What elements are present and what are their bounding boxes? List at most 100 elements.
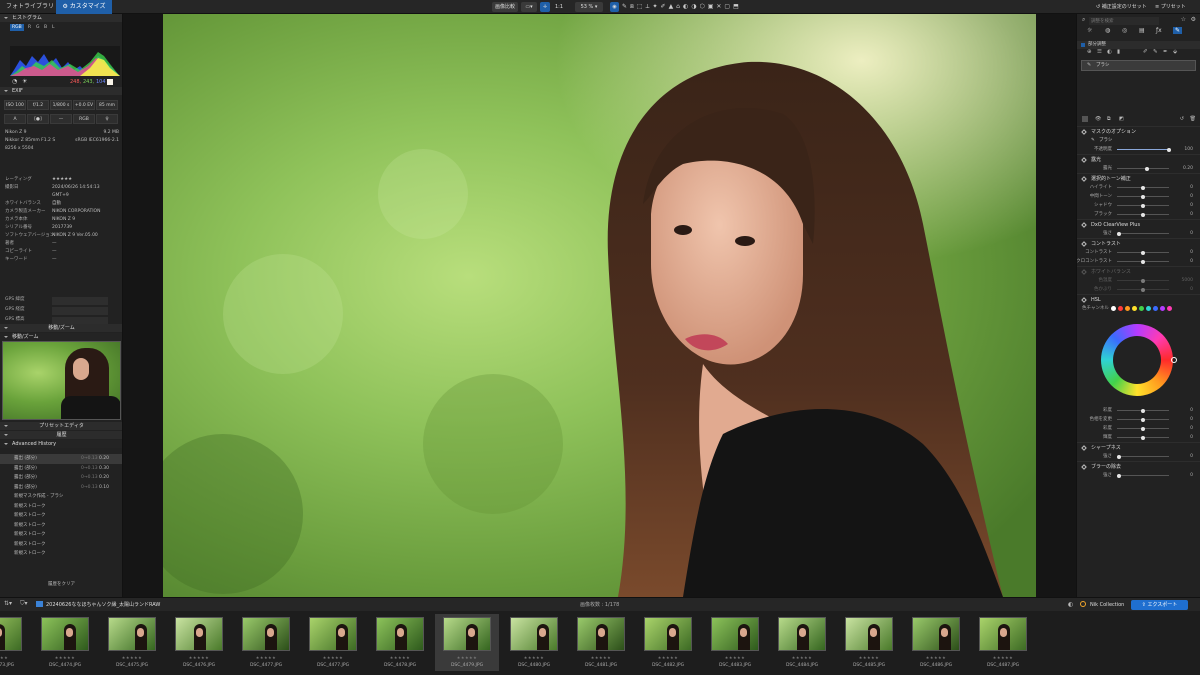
channel-r[interactable]: R (28, 24, 31, 31)
mask-eye-icon[interactable]: 👁 (1095, 116, 1101, 122)
history-item[interactable]: 露出 (部分) 0→0.13 0.20 (0, 473, 122, 483)
tone-value[interactable]: 0 (1190, 183, 1193, 192)
filmstrip-thumbnail[interactable]: ★★★★★ DSC_4482.JPG (636, 614, 700, 671)
mask-invert-icon[interactable]: ◩ (1119, 116, 1124, 122)
detail-icon[interactable]: ◎ (1122, 27, 1127, 34)
deblur-slider[interactable] (1117, 473, 1169, 478)
gradient-icon[interactable]: ▮ (1117, 49, 1120, 55)
tone-value[interactable]: 0 (1190, 210, 1193, 219)
metadata-value[interactable]: ★★★★★ (52, 176, 72, 184)
white-balance-section[interactable]: ホワイトバランス (1077, 266, 1200, 276)
hsl-value[interactable]: 0 (1190, 424, 1193, 433)
metadata-value[interactable]: — (52, 240, 57, 248)
color-icon[interactable]: ◍ (1105, 27, 1110, 34)
metadata-value[interactable]: GMT+9 (52, 192, 69, 200)
exposure-slider[interactable] (1117, 166, 1169, 171)
mask-delete-icon[interactable]: 🗑 (1190, 116, 1196, 122)
filmstrip-thumbnail[interactable]: ★★★★★ DSC_4484.JPG (770, 614, 834, 671)
thumbnail-rating[interactable]: ★★★★★ (569, 655, 633, 660)
histogram-header[interactable]: ヒストグラム (0, 14, 122, 22)
presets-button[interactable]: ≡ プリセット (1155, 2, 1195, 12)
thumbnail-rating[interactable]: ★★★★★ (703, 655, 767, 660)
tone-value[interactable]: 0 (1190, 192, 1193, 201)
star-icon[interactable]: ☆ (1181, 16, 1186, 23)
wb-slider[interactable] (1117, 278, 1169, 283)
hsl-knob[interactable] (1141, 408, 1145, 413)
thumbnail-rating[interactable]: ★★★★★ (636, 655, 700, 660)
metadata-value[interactable]: 自動 (52, 200, 61, 208)
thumbnail-rating[interactable]: ★★★★★ (0, 655, 30, 660)
tone-knob[interactable] (1141, 194, 1145, 199)
filmstrip-thumbnail[interactable]: ★★★★★ DSC_4483.JPG (703, 614, 767, 671)
exposure-section[interactable]: 露光 (1077, 154, 1200, 164)
hsl-value[interactable]: 0 (1190, 415, 1193, 424)
sort-icon[interactable]: ⇅▾ (4, 600, 12, 607)
history-item[interactable]: 新規ストローク (0, 530, 122, 540)
metadata-value[interactable]: — (52, 248, 57, 256)
metadata-value[interactable]: 2024/06/26 14:54:13 (52, 184, 100, 192)
folder-name[interactable]: 20240626ななほちゃんソク縁_太陽山ランドRAW (46, 598, 160, 612)
pen-icon[interactable]: ✒ (1163, 49, 1168, 55)
history-item[interactable]: 露出 (部分) 0→0.13 0.30 (0, 464, 122, 474)
hsl-section[interactable]: HSL (1077, 294, 1200, 304)
thumbnail-rating[interactable]: ★★★★★ (100, 655, 164, 660)
hsl-knob[interactable] (1141, 417, 1145, 422)
thumbnail-rating[interactable]: ★★★★★ (837, 655, 901, 660)
fill-icon[interactable]: ⬙ (1173, 49, 1177, 55)
clearview-slider[interactable] (1117, 231, 1169, 236)
eraser-icon[interactable]: ◐ (1107, 49, 1112, 55)
hsl-channel-dot[interactable] (1125, 306, 1130, 311)
tone-knob[interactable] (1141, 203, 1145, 208)
hsl-knob[interactable] (1141, 426, 1145, 431)
tab-photo-library[interactable]: フォトライブラリ (0, 0, 60, 14)
local-adjust-icon[interactable]: ✎ (1173, 27, 1183, 34)
hsl-channel-dot[interactable] (1139, 306, 1144, 311)
history-item[interactable]: 新規ストローク (0, 502, 122, 512)
wb-knob[interactable] (1141, 287, 1145, 292)
navigator-thumbnail[interactable] (2, 341, 121, 420)
hsl-channel-dot[interactable] (1118, 306, 1123, 311)
tone-slider[interactable] (1117, 212, 1169, 217)
mask-color-icon[interactable] (1082, 116, 1088, 122)
opacity-slider[interactable] (1117, 147, 1171, 152)
filmstrip-thumbnail[interactable]: ★★★★★ DSC_4474.JPG (33, 614, 97, 671)
thumbnail-rating[interactable]: ★★★★★ (167, 655, 231, 660)
hsl-channel-dot[interactable] (1167, 306, 1172, 311)
filmstrip-thumbnail[interactable]: ★★★★★ DSC_4485.JPG (837, 614, 901, 671)
thumbnail-rating[interactable]: ★★★★★ (904, 655, 968, 660)
contrast-knob[interactable] (1141, 259, 1145, 264)
thumbnail-rating[interactable]: ★★★★★ (971, 655, 1035, 660)
history-item[interactable]: 新規ストローク (0, 549, 122, 559)
filmstrip-thumbnail[interactable]: ★★★★★ DSC_4473.JPG (0, 614, 30, 671)
contrast-knob[interactable] (1141, 250, 1145, 255)
filmstrip-thumbnail[interactable]: ★★★★★ DSC_4476.JPG (167, 614, 231, 671)
filmstrip-thumbnail[interactable]: ★★★★★ DSC_4475.JPG (100, 614, 164, 671)
metadata-value[interactable]: 2017739 (52, 224, 72, 232)
deblur-section[interactable]: ブラーの除去 (1077, 461, 1200, 471)
thumbnail-rating[interactable]: ★★★★★ (33, 655, 97, 660)
clear-history-button[interactable]: 履歴をクリア (0, 580, 122, 590)
history-item[interactable]: 新規マスク作成 - ブラシ (0, 492, 122, 502)
history-item[interactable]: 新規ストローク (0, 521, 122, 531)
metadata-value[interactable]: NIKON Z 9 Ver.05.00 (52, 232, 98, 240)
history-item[interactable]: 新規ストローク (0, 511, 122, 521)
channel-rgb[interactable]: RGB (10, 24, 24, 31)
settings-icon[interactable]: ⚙ (1191, 16, 1196, 23)
control-point-icon[interactable]: ⊕ (1087, 49, 1092, 55)
filmstrip-thumbnail[interactable]: ★★★★★ DSC_4477.JPG (301, 614, 365, 671)
thumbnail-rating[interactable]: ★★★★★ (301, 655, 365, 660)
wb-value[interactable]: 5000 (1182, 276, 1193, 285)
nav-zoom-subheader[interactable]: 移動/ズーム (0, 333, 122, 341)
metadata-value[interactable]: NIKON Z 9 (52, 216, 75, 224)
sharpness-slider[interactable] (1117, 454, 1169, 459)
nik-collection-button[interactable]: Nik Collection (1090, 598, 1124, 612)
search-input[interactable] (1089, 17, 1159, 25)
hsl-color-wheel[interactable] (1101, 324, 1173, 396)
preset-editor-header[interactable]: プリセットエディタ (0, 422, 122, 430)
preview-icon[interactable]: ◉ (610, 2, 619, 12)
auto-mask-icon[interactable]: ✐ (1143, 49, 1148, 55)
exif-header[interactable]: EXIF (0, 87, 122, 95)
channel-l[interactable]: L (52, 24, 55, 31)
mask-copy-icon[interactable]: ⧉ (1107, 116, 1111, 122)
contrast-value[interactable]: 0 (1190, 257, 1193, 266)
